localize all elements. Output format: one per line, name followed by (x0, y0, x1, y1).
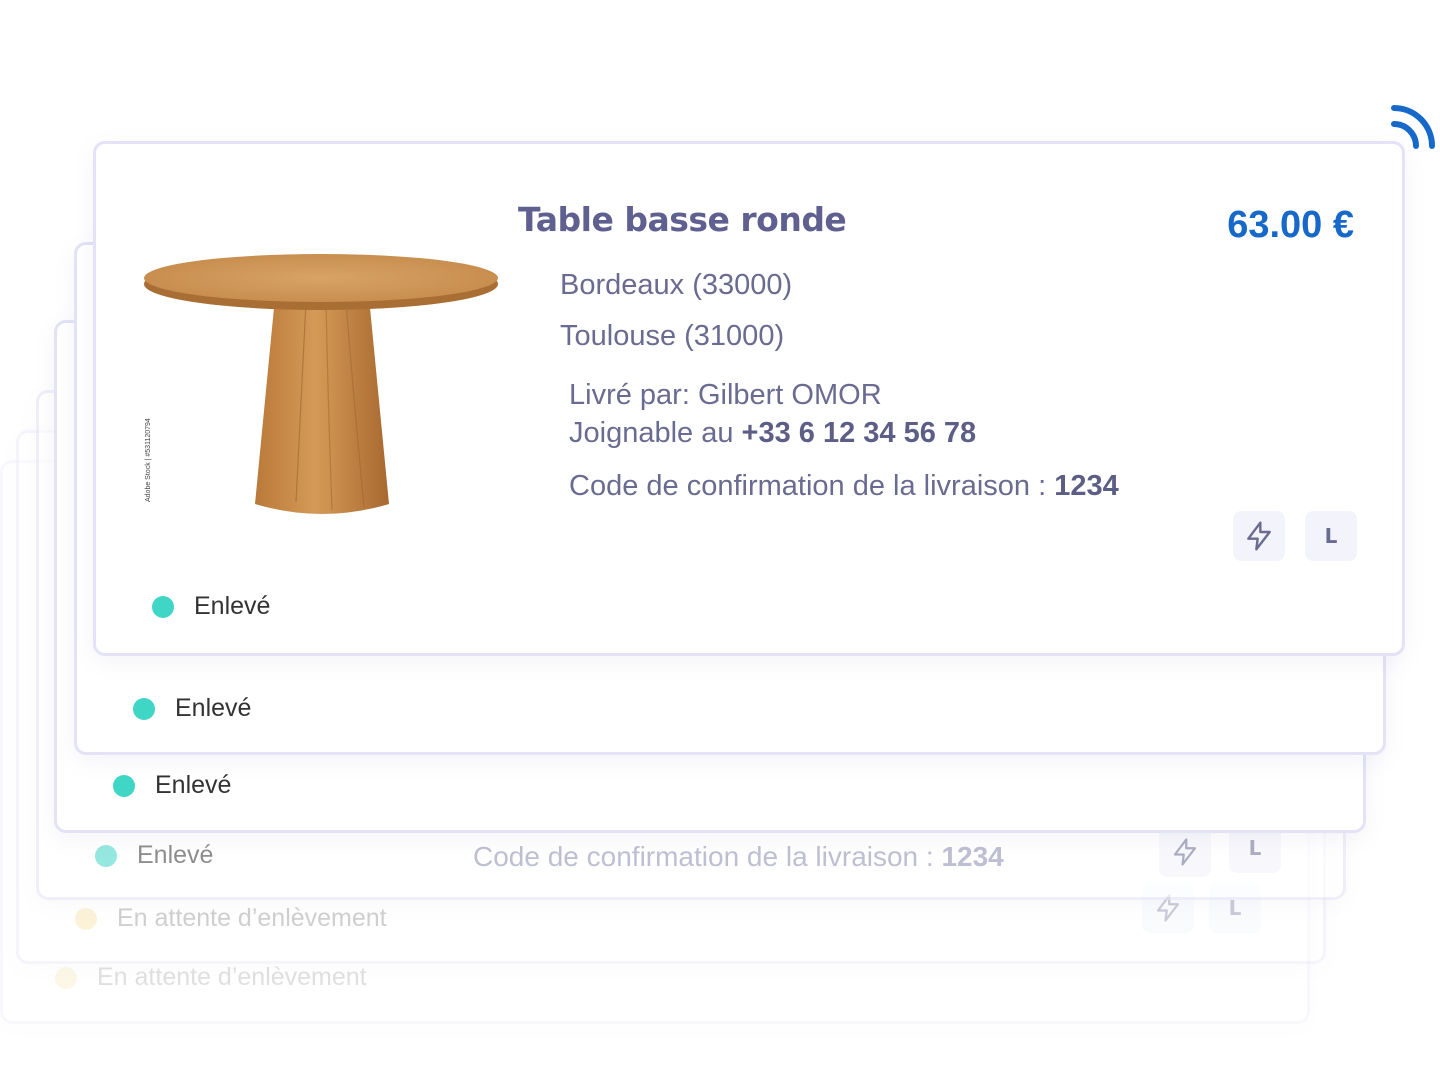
size-letter: L (1248, 836, 1262, 860)
express-button[interactable] (1159, 827, 1211, 877)
lightning-icon (1247, 521, 1271, 551)
phone-label: Joignable au (569, 417, 734, 449)
status-dot (152, 595, 174, 618)
status: Enlevé (133, 694, 251, 723)
status: Enlevé (113, 771, 231, 800)
status-dot (55, 966, 77, 989)
status: En attente d’enlèvement (55, 963, 367, 992)
status-label: Enlevé (194, 592, 271, 620)
dropoff-city: Toulouse (31000) (560, 320, 785, 352)
delivery-card-1[interactable]: Adobe Stock | #531120794 Table basse ron… (93, 141, 1405, 656)
status-label: Enlevé (137, 841, 214, 869)
contact-line: Joignable au +33 6 12 34 56 78 (569, 417, 976, 450)
status-label: En attente d’enlèvement (97, 963, 367, 991)
code-label: Code de confirmation de la livraison : (569, 470, 1047, 502)
status-label: En attente d’enlèvement (117, 904, 387, 932)
express-button[interactable] (1233, 511, 1285, 561)
status: Enlevé (95, 841, 213, 870)
delivered-by: Livré par: Gilbert OMOR (569, 379, 882, 412)
confirmation-code: Code de confirmation de la livraison : 1… (569, 470, 1119, 503)
driver-name: Gilbert OMOR (697, 379, 882, 411)
image-watermark: Adobe Stock | #531120794 (145, 418, 152, 502)
code-value: 1234 (1054, 470, 1119, 502)
confirmation-code: Code de confirmation de la livraison : 1… (473, 841, 1004, 872)
pickup-city: Bordeaux (33000) (560, 269, 793, 301)
status-dot (95, 844, 117, 867)
status-dot (113, 774, 135, 797)
status-dot (75, 907, 97, 930)
status-label: Enlevé (155, 771, 232, 799)
phone-number[interactable]: +33 6 12 34 56 78 (742, 417, 977, 449)
size-letter: L (1324, 524, 1338, 548)
size-badge: L (1305, 511, 1357, 561)
status: En attente d’enlèvement (75, 904, 387, 933)
status: Enlevé (152, 592, 270, 621)
status-dot (133, 697, 155, 720)
item-price: 63.00 € (1227, 204, 1354, 246)
delivered-by-label: Livré par: (569, 379, 690, 411)
product-image: Adobe Stock | #531120794 (144, 254, 498, 514)
item-title: Table basse ronde (518, 200, 847, 239)
lightning-icon (1173, 838, 1197, 866)
status-label: Enlevé (175, 694, 252, 722)
